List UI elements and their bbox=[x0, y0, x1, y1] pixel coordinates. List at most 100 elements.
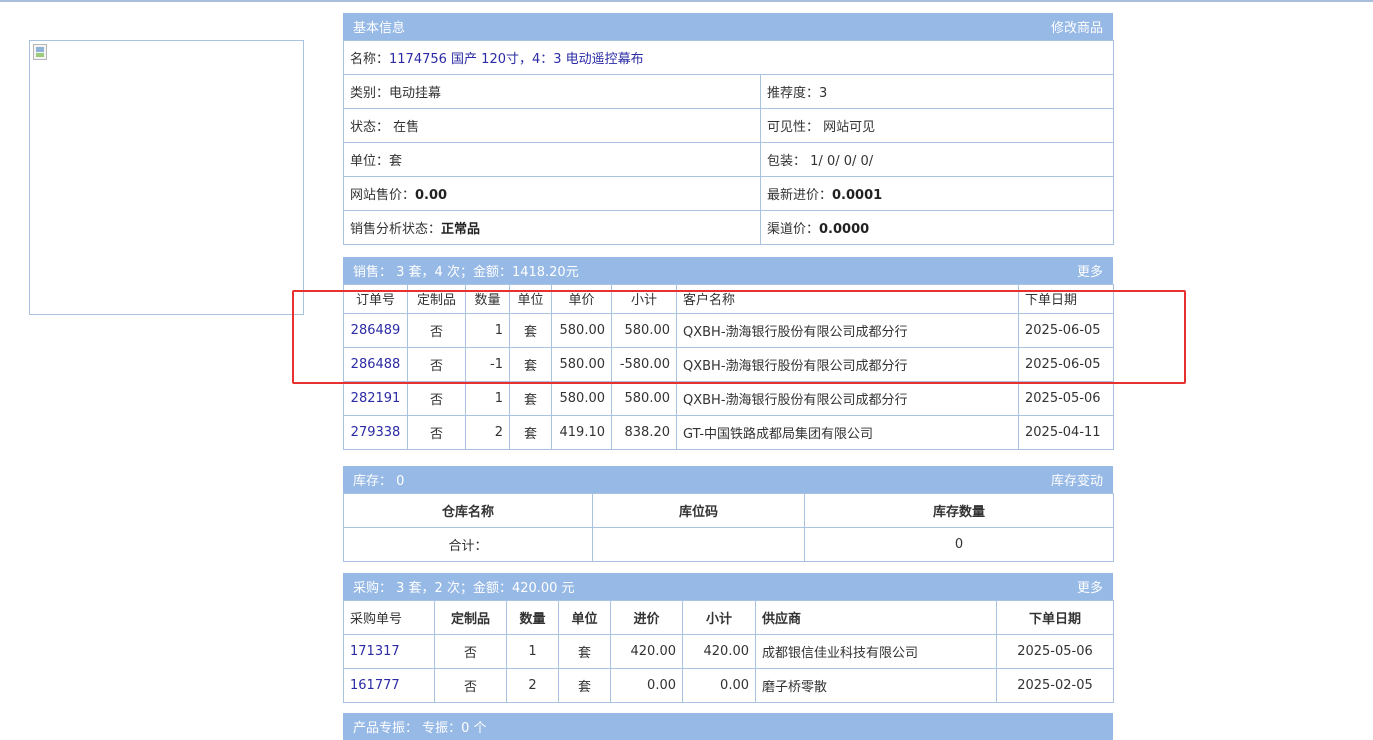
date-cell: 2025-05-06 bbox=[1018, 381, 1114, 416]
unit-cell: 单位：套 bbox=[343, 142, 761, 177]
info-row: 单位：套 包装： 1/ 0/ 0/ 0/ bbox=[343, 142, 1115, 177]
sales-panel: 销售： 3 套，4 次；金额：1418.20元 更多 订单号 定制品 数量 单位… bbox=[343, 257, 1114, 450]
site-price-value: 0.00 bbox=[415, 188, 448, 203]
unit-cell: 套 bbox=[558, 634, 611, 669]
supplier-cell: 磨子桥零散 bbox=[755, 668, 997, 703]
table-row: 171317 否 1 套 420.00 420.00 成都银信佳业科技有限公司 … bbox=[343, 634, 1114, 669]
purchase-header: 采购： 3 套，2 次；金额：420.00 元 更多 bbox=[343, 573, 1113, 600]
basic-info-panel: 基本信息 修改商品 名称：1174756 国产 120寸，4：3 电动遥控幕布 … bbox=[342, 13, 1115, 245]
sales-header: 销售： 3 套，4 次；金额：1418.20元 更多 bbox=[343, 257, 1113, 284]
recommend-value: 3 bbox=[819, 86, 828, 101]
order-link[interactable]: 286488 bbox=[351, 357, 401, 372]
stock-change-link[interactable]: 库存变动 bbox=[1051, 470, 1103, 489]
category-cell: 类别：电动挂幕 bbox=[343, 74, 761, 109]
status-label: 状态： bbox=[350, 120, 390, 135]
col-location-code: 库位码 bbox=[592, 493, 805, 528]
stock-panel: 库存： 0 库存变动 仓库名称 库位码 库存数量 合计： 0 bbox=[343, 466, 1114, 562]
unit-cell: 套 bbox=[558, 668, 611, 703]
stock-summary: 库存： 0 bbox=[353, 474, 405, 489]
top-border-line bbox=[0, 0, 1373, 2]
subtotal-cell: -580.00 bbox=[611, 347, 677, 382]
total-location bbox=[592, 527, 805, 562]
status-cell: 状态： 在售 bbox=[343, 108, 761, 143]
order-link[interactable]: 282191 bbox=[351, 391, 401, 406]
qty-cell: -1 bbox=[465, 347, 510, 382]
info-row: 状态： 在售 可见性： 网站可见 bbox=[343, 108, 1115, 143]
purchase-order-link[interactable]: 171317 bbox=[350, 644, 400, 659]
price-cell: 580.00 bbox=[551, 313, 612, 348]
sales-header-row: 订单号 定制品 数量 单位 单价 小计 客户名称 下单日期 bbox=[343, 284, 1114, 314]
price-cell: 580.00 bbox=[551, 347, 612, 382]
table-row: 286489 否 1 套 580.00 580.00 QXBH-渤海银行股份有限… bbox=[343, 313, 1114, 348]
latest-cost-value: 0.0001 bbox=[832, 188, 883, 203]
stock-header-row: 仓库名称 库位码 库存数量 bbox=[343, 493, 1114, 528]
price-cell: 419.10 bbox=[551, 415, 612, 450]
stock-header: 库存： 0 库存变动 bbox=[343, 466, 1113, 493]
customer-cell: QXBH-渤海银行股份有限公司成都分行 bbox=[676, 381, 1019, 416]
date-cell: 2025-05-06 bbox=[996, 634, 1114, 669]
custom-cell: 否 bbox=[434, 634, 507, 669]
purchase-order-link[interactable]: 161777 bbox=[350, 678, 400, 693]
product-extra-panel: 产品专振： 专振：0 个 bbox=[343, 713, 1113, 740]
custom-cell: 否 bbox=[407, 347, 466, 382]
package-label: 包装： bbox=[767, 154, 807, 169]
info-row: 网站售价：0.00 最新进价：0.0001 bbox=[343, 176, 1115, 211]
col-unit: 单位 bbox=[509, 284, 552, 314]
sales-status-cell: 销售分析状态：正常品 bbox=[343, 210, 761, 245]
col-purchase-no: 采购单号 bbox=[343, 600, 435, 635]
latest-cost-cell: 最新进价：0.0001 bbox=[759, 176, 1115, 211]
custom-cell: 否 bbox=[407, 415, 466, 450]
edit-product-link[interactable]: 修改商品 bbox=[1051, 17, 1103, 36]
broken-image-icon bbox=[33, 44, 47, 60]
col-stock-qty: 库存数量 bbox=[804, 493, 1114, 528]
col-supplier: 供应商 bbox=[755, 600, 997, 635]
channel-price-label: 渠道价： bbox=[767, 222, 820, 237]
col-subtotal: 小计 bbox=[611, 284, 677, 314]
order-link[interactable]: 279338 bbox=[351, 425, 401, 440]
unit-cell: 套 bbox=[509, 415, 552, 450]
status-value: 在售 bbox=[393, 120, 420, 135]
subtotal-cell: 420.00 bbox=[682, 634, 756, 669]
table-row: 286488 否 -1 套 580.00 -580.00 QXBH-渤海银行股份… bbox=[343, 347, 1114, 382]
total-label: 合计： bbox=[343, 527, 593, 562]
col-order-date: 下单日期 bbox=[996, 600, 1114, 635]
custom-cell: 否 bbox=[407, 313, 466, 348]
customer-cell: QXBH-渤海银行股份有限公司成都分行 bbox=[676, 347, 1019, 382]
qty-cell: 1 bbox=[465, 313, 510, 348]
name-label: 名称： bbox=[350, 52, 390, 67]
sales-status-value: 正常品 bbox=[441, 222, 481, 237]
basic-info-table: 名称：1174756 国产 120寸，4：3 电动遥控幕布 类别：电动挂幕 推荐… bbox=[342, 40, 1115, 245]
purchase-panel: 采购： 3 套，2 次；金额：420.00 元 更多 采购单号 定制品 数量 单… bbox=[343, 573, 1114, 703]
product-extra-title: 产品专振： 专振：0 个 bbox=[353, 721, 487, 736]
qty-cell: 1 bbox=[465, 381, 510, 416]
product-name-link[interactable]: 1174756 国产 120寸，4：3 电动遥控幕布 bbox=[389, 52, 644, 67]
qty-cell: 2 bbox=[465, 415, 510, 450]
category-label: 类别： bbox=[350, 86, 390, 101]
col-subtotal: 小计 bbox=[682, 600, 756, 635]
recommend-cell: 推荐度：3 bbox=[759, 74, 1115, 109]
price-cell: 580.00 bbox=[551, 381, 612, 416]
qty-cell: 1 bbox=[506, 634, 559, 669]
col-customer: 客户名称 bbox=[676, 284, 1019, 314]
subtotal-cell: 0.00 bbox=[682, 668, 756, 703]
sales-more-link[interactable]: 更多 bbox=[1077, 261, 1103, 280]
col-qty: 数量 bbox=[506, 600, 559, 635]
qty-cell: 2 bbox=[506, 668, 559, 703]
product-image bbox=[29, 40, 304, 315]
purchase-summary: 采购： 3 套，2 次；金额：420.00 元 bbox=[353, 581, 575, 596]
date-cell: 2025-04-11 bbox=[1018, 415, 1114, 450]
recommend-label: 推荐度： bbox=[767, 86, 820, 101]
col-custom: 定制品 bbox=[407, 284, 466, 314]
purchase-header-row: 采购单号 定制品 数量 单位 进价 小计 供应商 下单日期 bbox=[343, 600, 1114, 635]
channel-price-value: 0.0000 bbox=[819, 222, 870, 237]
order-link[interactable]: 286489 bbox=[351, 323, 401, 338]
date-cell: 2025-02-05 bbox=[996, 668, 1114, 703]
info-row: 销售分析状态：正常品 渠道价：0.0000 bbox=[343, 210, 1115, 245]
basic-info-title: 基本信息 bbox=[353, 21, 406, 36]
table-row: 279338 否 2 套 419.10 838.20 GT-中国铁路成都局集团有… bbox=[343, 415, 1114, 450]
unit-cell: 套 bbox=[509, 313, 552, 348]
site-price-cell: 网站售价：0.00 bbox=[343, 176, 761, 211]
total-qty: 0 bbox=[804, 527, 1114, 562]
purchase-more-link[interactable]: 更多 bbox=[1077, 577, 1103, 596]
supplier-cell: 成都银信佳业科技有限公司 bbox=[755, 634, 997, 669]
